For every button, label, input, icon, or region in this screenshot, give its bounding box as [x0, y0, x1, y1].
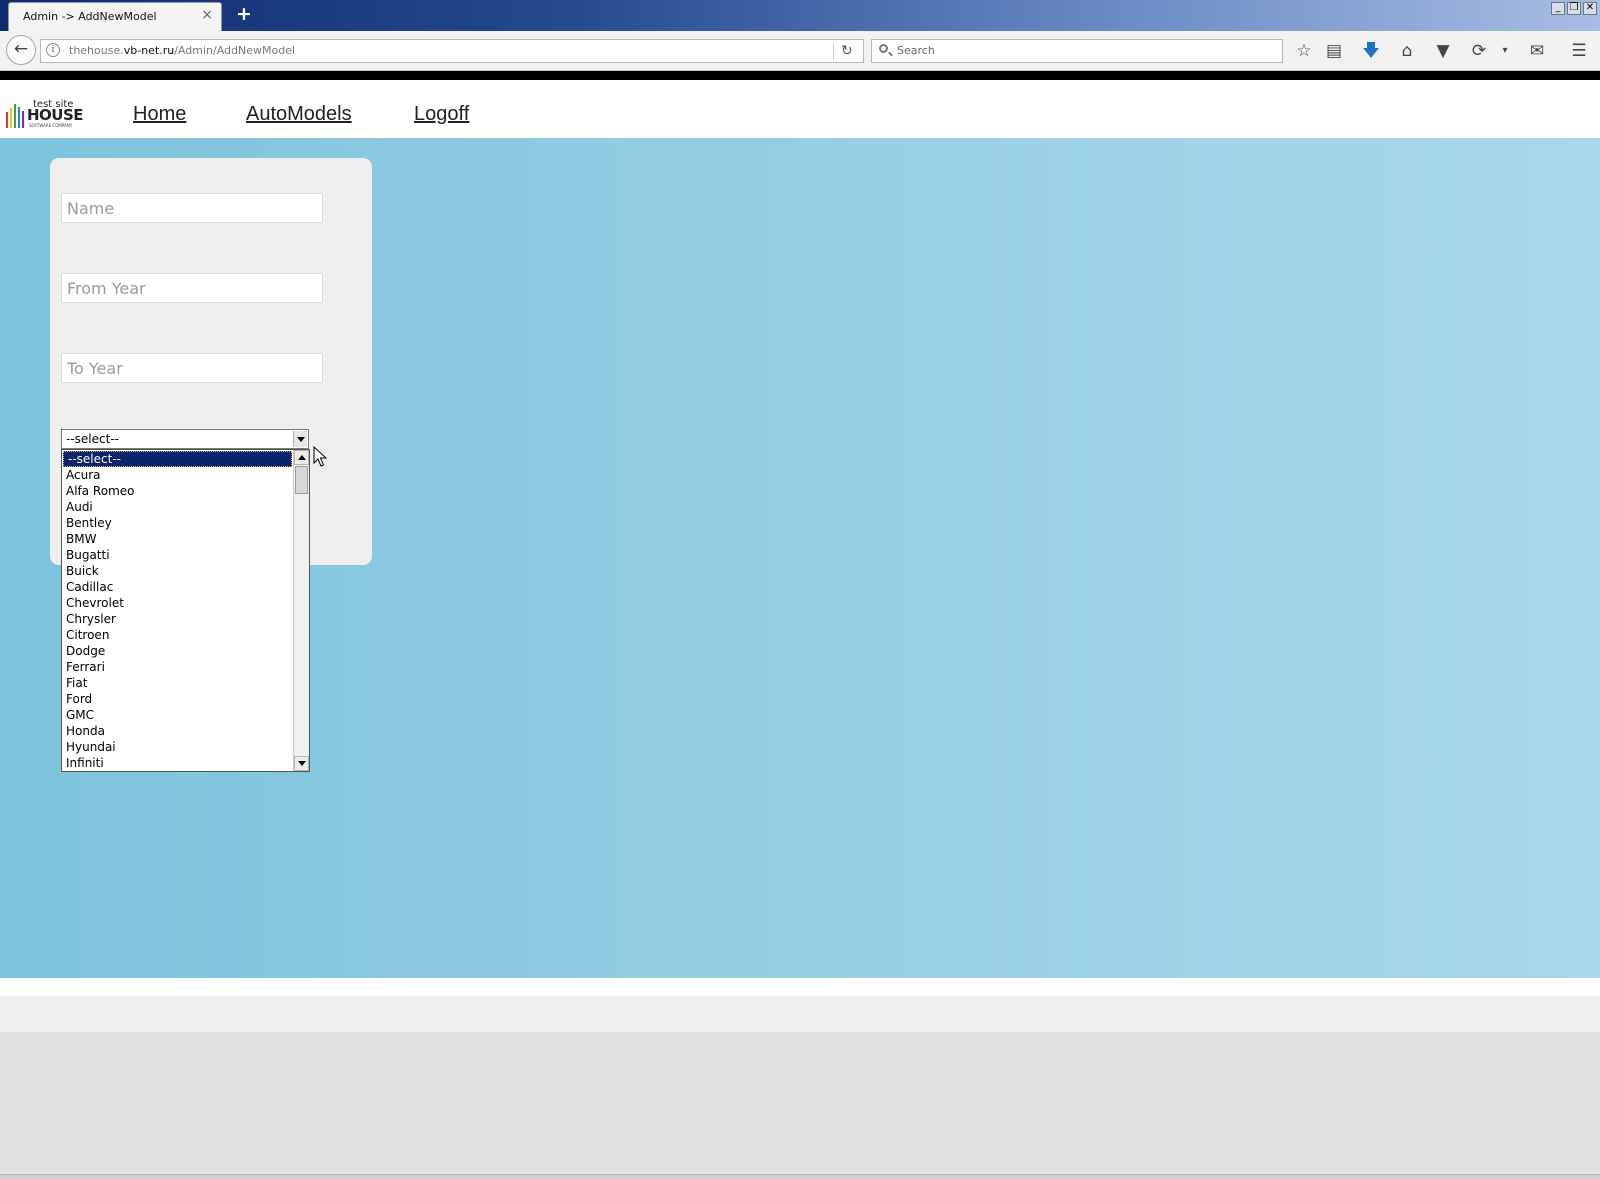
- tab-title: Admin -> AddNewModel: [23, 10, 157, 23]
- mouse-cursor-icon: [313, 446, 327, 467]
- select-option[interactable]: Hyundai: [62, 739, 293, 755]
- chevron-down-icon[interactable]: ▾: [1492, 38, 1518, 64]
- to-year-input[interactable]: [61, 353, 323, 383]
- url-divider: [833, 43, 834, 60]
- download-arrow-icon[interactable]: 🡇: [1358, 38, 1384, 64]
- select-option[interactable]: Bentley: [62, 515, 293, 531]
- select-option[interactable]: Chevrolet: [62, 595, 293, 611]
- select-option[interactable]: Fiat: [62, 675, 293, 691]
- browser-title-bar: Admin -> AddNewModel × + _ ❐ ✕: [0, 0, 1600, 31]
- browser-tab[interactable]: Admin -> AddNewModel ×: [8, 2, 222, 31]
- select-option[interactable]: Citroen: [62, 627, 293, 643]
- scroll-up-arrow-icon[interactable]: [294, 450, 309, 465]
- bookmark-star-icon[interactable]: ☆: [1291, 38, 1317, 64]
- tab-close-icon[interactable]: ×: [201, 8, 213, 22]
- pocket-icon[interactable]: ▼: [1430, 38, 1456, 64]
- name-input[interactable]: [61, 193, 323, 223]
- close-window-button[interactable]: ✕: [1583, 2, 1597, 15]
- reading-list-icon[interactable]: ▤: [1321, 38, 1347, 64]
- select-option[interactable]: Bugatti: [62, 547, 293, 563]
- scrollbar-thumb[interactable]: [295, 466, 308, 494]
- select-option[interactable]: Ferrari: [62, 659, 293, 675]
- hamburger-menu-icon[interactable]: ☰: [1566, 38, 1592, 64]
- footer-band: [0, 978, 1600, 996]
- logo-tagline: SOFTWARE COMPANY: [29, 123, 73, 128]
- option-list: --select-- Acura Alfa Romeo Audi Bentley BMW B…: [62, 450, 293, 771]
- select-option[interactable]: Audi: [62, 499, 293, 515]
- select-option[interactable]: GMC: [62, 707, 293, 723]
- select-option[interactable]: Acura: [62, 467, 293, 483]
- select-chevron-down-icon[interactable]: [293, 431, 307, 447]
- select-option[interactable]: --select--: [63, 451, 292, 467]
- select-option[interactable]: Buick: [62, 563, 293, 579]
- taskbar-edge: [0, 1174, 1600, 1179]
- minimize-window-button[interactable]: _: [1551, 2, 1565, 15]
- make-dropdown-list: --select-- Acura Alfa Romeo Audi Bentley BMW B…: [61, 449, 310, 772]
- logo-big-text: HOUSE: [27, 106, 84, 124]
- new-tab-icon[interactable]: +: [236, 5, 252, 24]
- dropdown-scrollbar[interactable]: [293, 450, 309, 771]
- info-icon[interactable]: i: [46, 43, 60, 57]
- home-icon[interactable]: ⌂: [1394, 38, 1420, 64]
- url-domain: vb-net.ru: [123, 44, 175, 57]
- reload-icon[interactable]: ↻: [841, 40, 853, 62]
- select-option[interactable]: Cadillac: [62, 579, 293, 595]
- page-top-border: [0, 71, 1600, 80]
- select-option[interactable]: Ford: [62, 691, 293, 707]
- select-option[interactable]: Infiniti: [62, 755, 293, 771]
- select-option[interactable]: Chrysler: [62, 611, 293, 627]
- search-icon: [879, 44, 888, 53]
- scroll-down-arrow-icon[interactable]: [294, 756, 309, 771]
- search-bar[interactable]: Search: [871, 39, 1283, 63]
- select-current-value: --select--: [66, 432, 119, 446]
- sync-icon[interactable]: ⟳: [1466, 38, 1492, 64]
- back-arrow-icon[interactable]: ←: [6, 35, 36, 65]
- url-text: thehouse.vb-net.ru/Admin/AddNewModel: [69, 44, 295, 57]
- browser-toolbar: ← i thehouse.vb-net.ru/Admin/AddNewModel…: [0, 31, 1600, 71]
- select-option[interactable]: BMW: [62, 531, 293, 547]
- footer-strip: [0, 996, 1600, 1032]
- url-bar[interactable]: i thehouse.vb-net.ru/Admin/AddNewModel ↻: [40, 39, 864, 63]
- make-select[interactable]: --select--: [61, 429, 309, 449]
- site-header: test site HOUSE SOFTWARE COMPANY Home Au…: [0, 80, 1600, 138]
- nav-home-link[interactable]: Home: [133, 103, 186, 126]
- select-option[interactable]: Honda: [62, 723, 293, 739]
- site-logo[interactable]: test site HOUSE SOFTWARE COMPANY: [5, 100, 84, 130]
- logo-bars-icon: [6, 104, 24, 128]
- nav-automodels-link[interactable]: AutoModels: [246, 103, 352, 126]
- nav-logoff-link[interactable]: Logoff: [414, 103, 469, 126]
- url-path: /Admin/AddNewModel: [174, 44, 296, 57]
- chat-icon[interactable]: ✉: [1524, 38, 1550, 64]
- search-placeholder: Search: [897, 44, 935, 57]
- select-option[interactable]: Alfa Romeo: [62, 483, 293, 499]
- select-option[interactable]: Dodge: [62, 643, 293, 659]
- restore-window-button[interactable]: ❐: [1567, 2, 1581, 15]
- from-year-input[interactable]: [61, 273, 323, 303]
- url-domain-prefix: thehouse.: [69, 44, 124, 57]
